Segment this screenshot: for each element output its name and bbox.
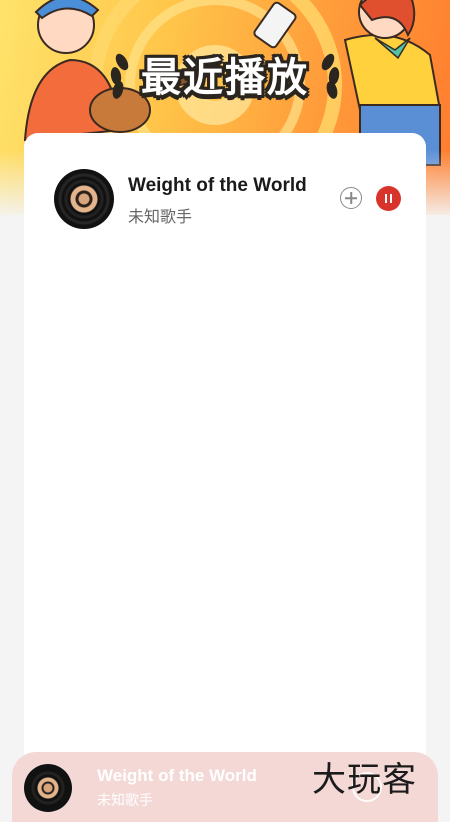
watermark-logo: 大玩客 [312, 760, 417, 800]
song-artist: 未知歌手 [128, 207, 193, 226]
page-title: 最近播放 [141, 55, 309, 101]
add-to-playlist-button[interactable] [340, 187, 362, 209]
player-vinyl-icon [24, 764, 72, 812]
song-title: Weight of the World [128, 175, 307, 196]
page-title-wrap: 最近播放 [0, 45, 450, 103]
pause-icon-bar-right [390, 194, 392, 203]
player-song-artist: 未知歌手 [97, 793, 153, 809]
recent-list-card: Weight of the World 未知歌手 [24, 133, 426, 773]
pause-button[interactable] [376, 186, 401, 211]
pause-icon-bar-left [385, 194, 387, 203]
list-item[interactable]: Weight of the World 未知歌手 [54, 169, 404, 229]
vinyl-record-icon [54, 169, 114, 229]
player-song-title: Weight of the World [97, 766, 257, 785]
